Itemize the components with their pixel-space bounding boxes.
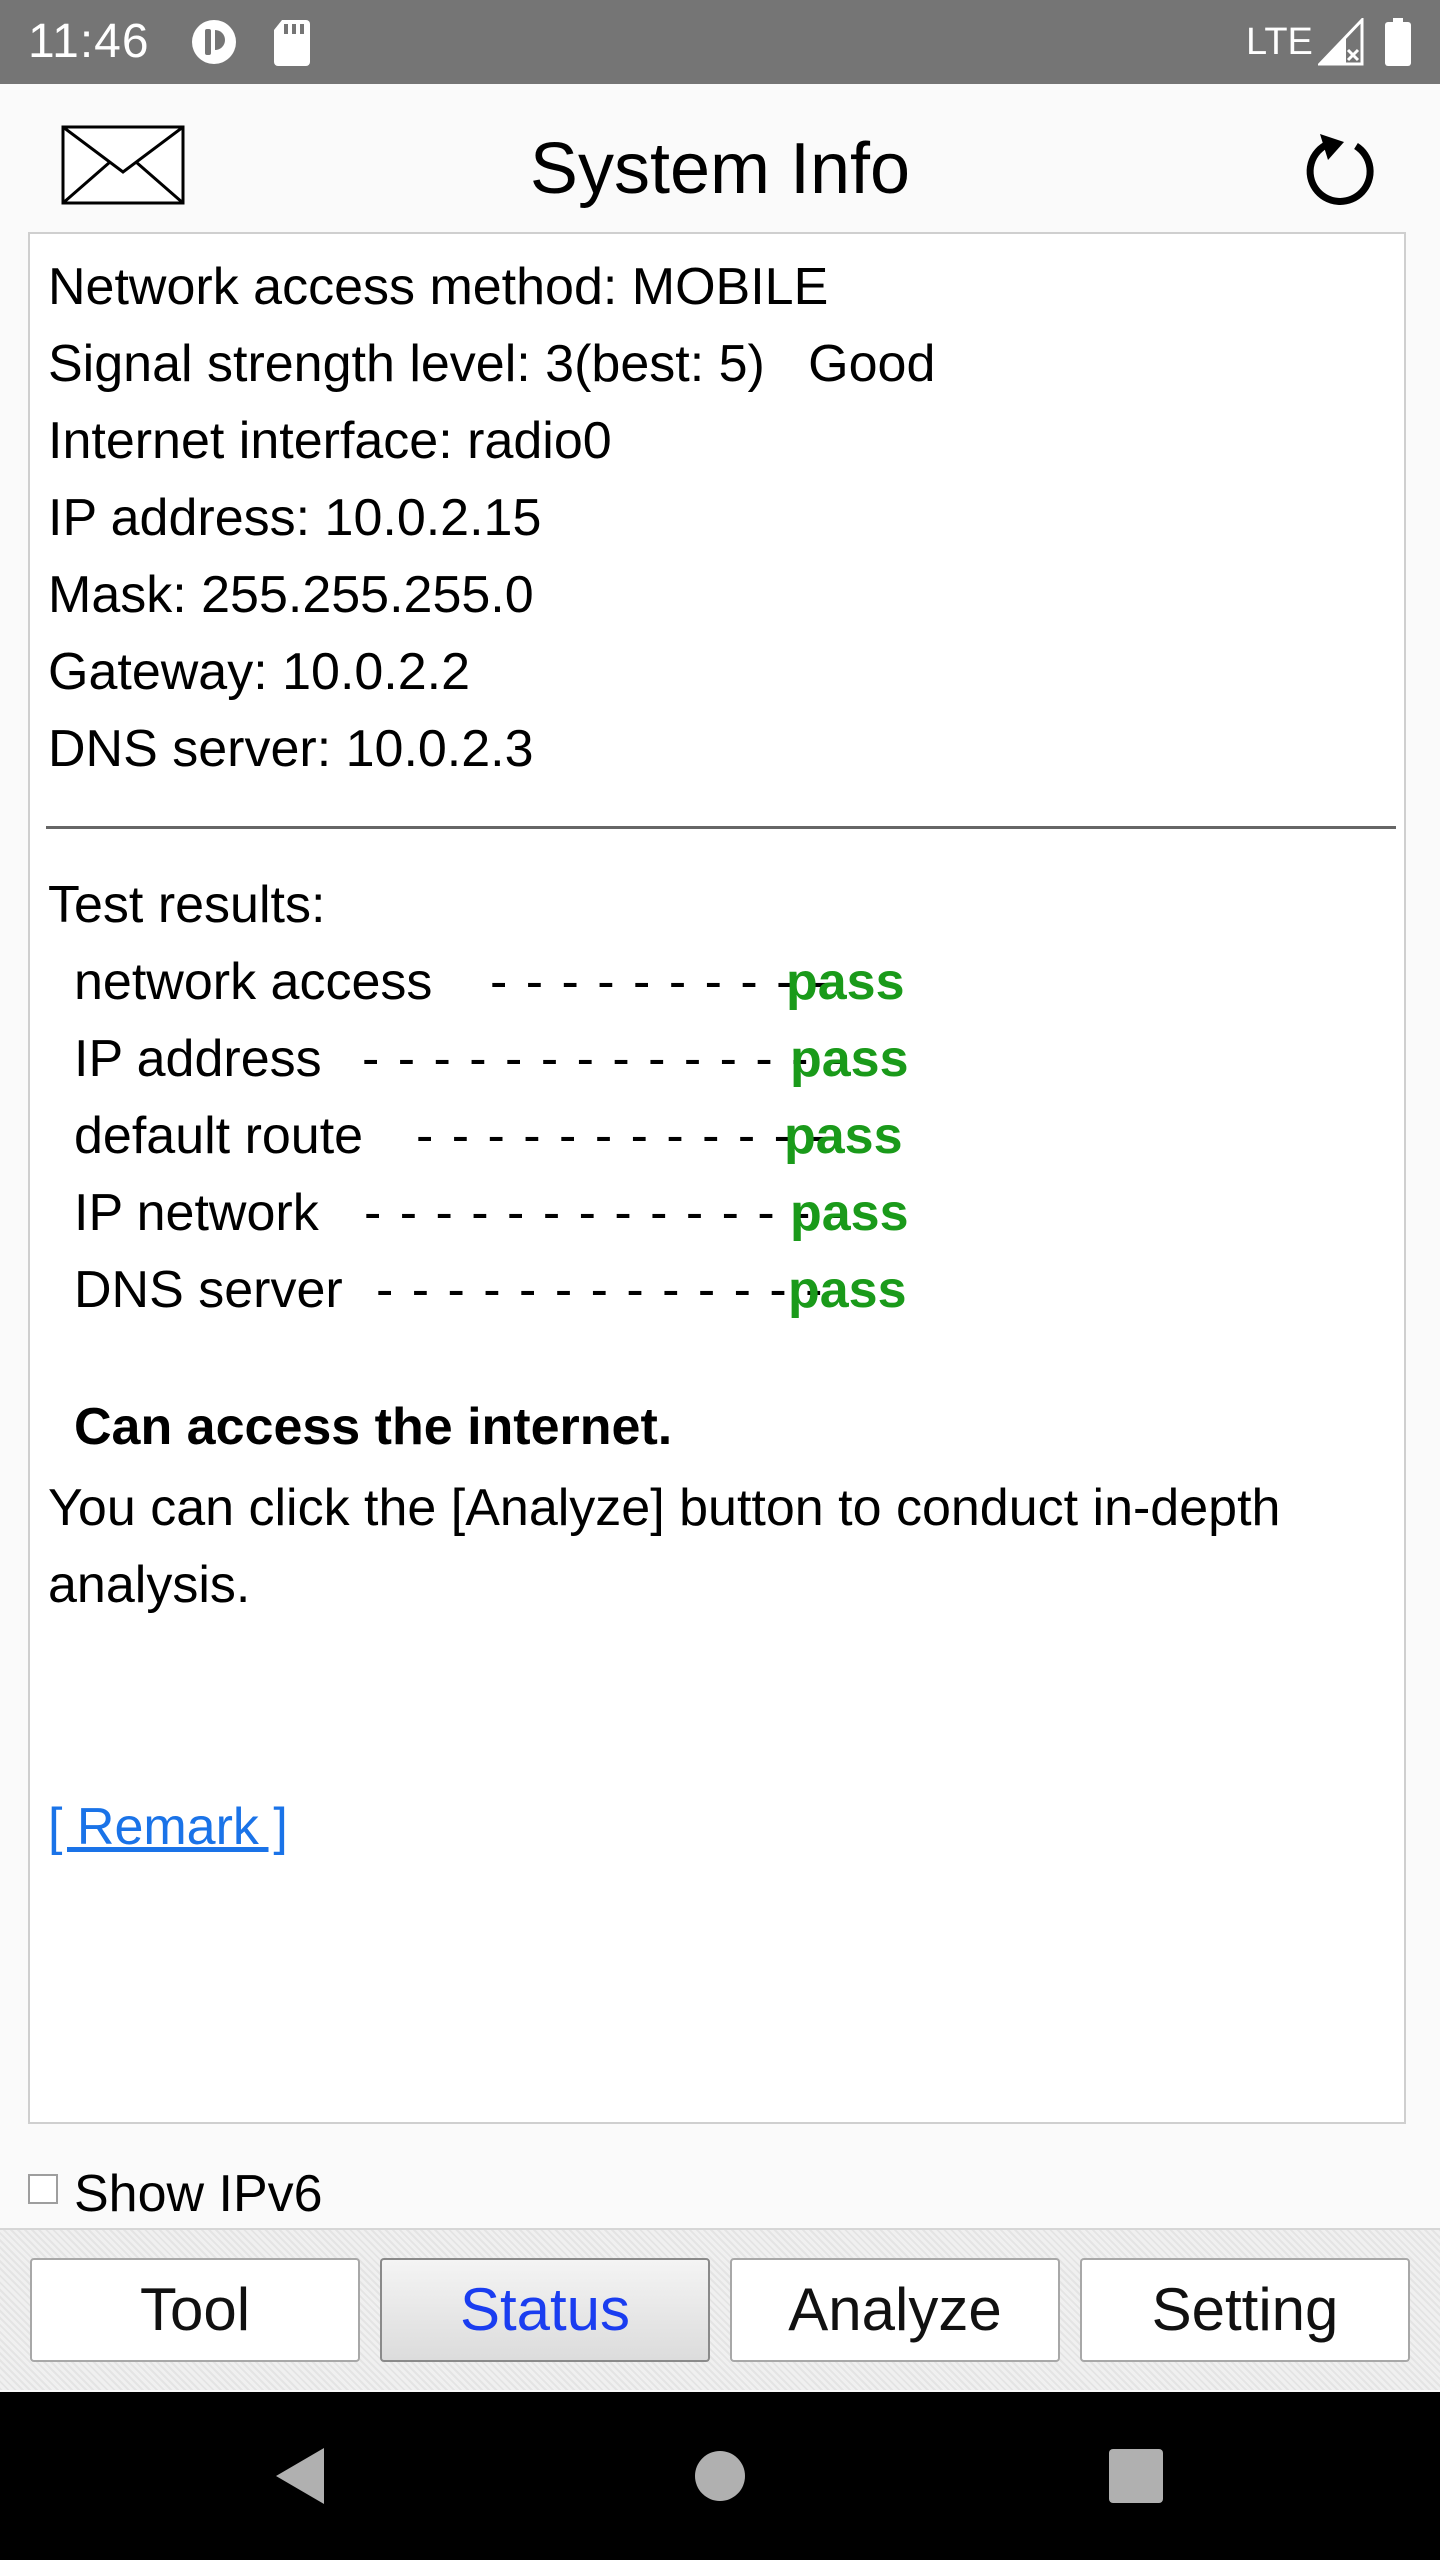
test-label: network access: [74, 953, 433, 1011]
test-dashes: - - - - - - - - - - - -: [416, 1107, 829, 1165]
page-title: System Info: [529, 129, 911, 209]
analyze-hint: You can click the [Analyze] button to co…: [48, 1479, 1281, 1614]
tab-analyze[interactable]: Analyze: [730, 2258, 1060, 2362]
checkbox-box[interactable]: [28, 2174, 58, 2204]
tab-setting[interactable]: Setting: [1080, 2258, 1410, 2362]
refresh-icon[interactable]: [1298, 126, 1382, 210]
test-results-heading: Test results:: [48, 876, 326, 934]
section-divider: [46, 826, 1396, 829]
system-info-panel: Network access method: MOBILE Signal str…: [28, 232, 1406, 2124]
status-time: 11:46: [28, 15, 150, 68]
test-dashes: - - - - - - - - - - - - - -: [362, 1030, 847, 1088]
remark-link[interactable]: [ Remark ]: [48, 1794, 288, 1860]
sync-icon: [190, 18, 238, 71]
test-result: pass: [790, 1184, 909, 1242]
network-type-label: LTE: [1246, 21, 1313, 63]
battery-icon: [1384, 18, 1412, 71]
signal-strength: Signal strength level: 3(best: 5) Good: [48, 335, 936, 393]
home-icon[interactable]: [690, 2444, 750, 2513]
subnet-mask: Mask: 255.255.255.0: [48, 566, 534, 624]
test-label: DNS server: [74, 1261, 343, 1319]
app-header: System Info: [0, 84, 1440, 232]
test-result: pass: [790, 1030, 909, 1088]
test-dashes: - - - - - - - - - -: [490, 953, 832, 1011]
sd-card-icon: [272, 18, 312, 71]
test-label: default route: [74, 1107, 364, 1165]
test-result: pass: [786, 953, 905, 1011]
signal-icon: [1316, 16, 1364, 71]
back-icon[interactable]: [270, 2444, 330, 2513]
dns-server: DNS server: 10.0.2.3: [48, 720, 534, 778]
test-label: IP network: [74, 1184, 319, 1242]
show-ipv6-label: Show IPv6: [74, 2165, 323, 2223]
test-result: pass: [788, 1261, 907, 1319]
test-result: pass: [784, 1107, 903, 1165]
test-label: IP address: [74, 1030, 322, 1088]
tab-status[interactable]: Status: [380, 2258, 710, 2362]
recents-icon[interactable]: [1106, 2444, 1166, 2513]
test-dashes: - - - - - - - - - - - - -: [376, 1261, 825, 1319]
system-nav-bar: [0, 2392, 1440, 2560]
network-access-method: Network access method: MOBILE: [48, 258, 829, 316]
bottom-tab-bar: Tool Status Analyze Setting: [0, 2228, 1440, 2390]
tab-tool[interactable]: Tool: [30, 2258, 360, 2362]
connectivity-conclusion: Can access the internet.: [74, 1398, 673, 1456]
status-bar: 11:46 LTE: [0, 0, 1440, 84]
internet-interface: Internet interface: radio0: [48, 412, 612, 470]
test-dashes: - - - - - - - - - - - - - -: [364, 1184, 849, 1242]
gateway: Gateway: 10.0.2.2: [48, 643, 471, 701]
ip-address: IP address: 10.0.2.15: [48, 489, 542, 547]
